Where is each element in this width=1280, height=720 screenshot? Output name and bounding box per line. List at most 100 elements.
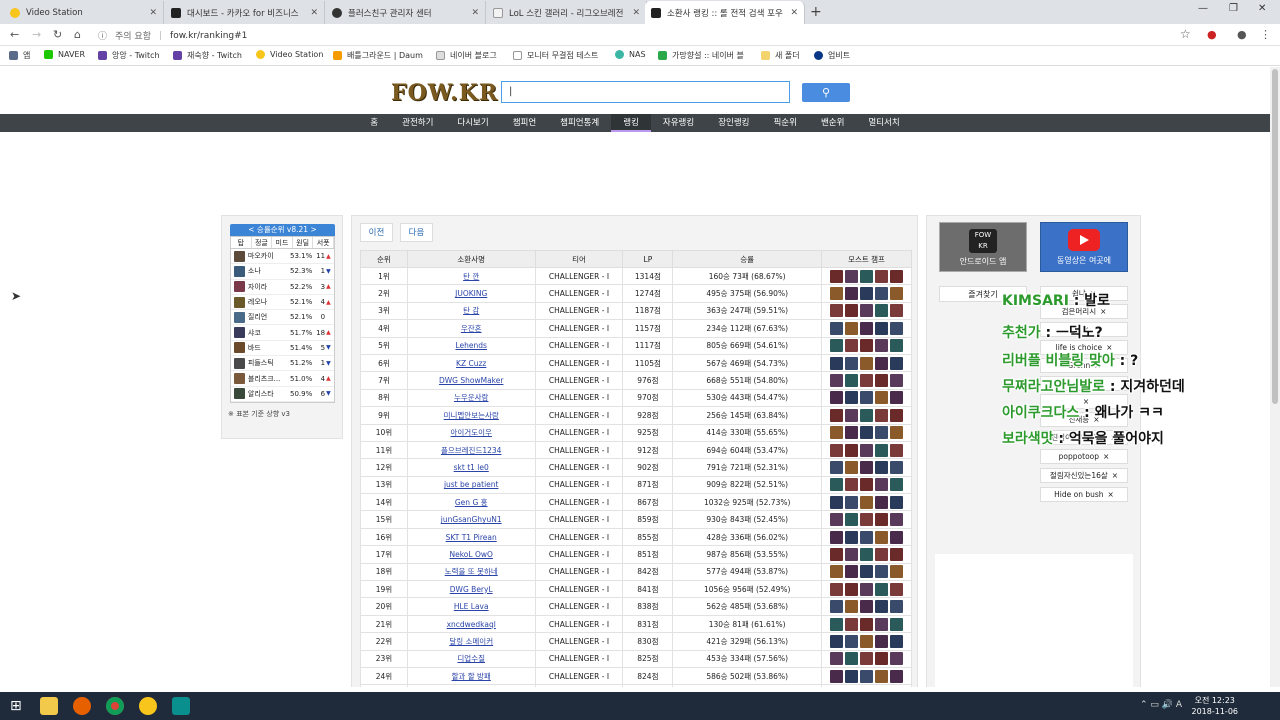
champion-portrait-icon[interactable] (830, 634, 844, 648)
summoner-name-link[interactable]: Gen G 홍 (406, 493, 536, 512)
champion-portrait-icon[interactable] (860, 582, 874, 596)
table-row[interactable]: 17위 NekoL OwO CHALLENGER - I 851점 987승 856패 … (360, 545, 912, 564)
file-explorer-icon[interactable] (40, 697, 58, 715)
winrate-row[interactable]: 블리츠크... 51.0% 4 ▲ (231, 371, 334, 387)
champion-portrait-icon[interactable] (845, 565, 859, 579)
champion-portrait-icon[interactable] (845, 513, 859, 527)
champion-portrait-icon[interactable] (830, 617, 844, 631)
table-row[interactable]: 15위 junGsanGhyuN1 CHALLENGER - I 859점 930승 8… (360, 510, 912, 529)
champion-portrait-icon[interactable] (830, 339, 844, 353)
tab-jungle[interactable]: 정글 (252, 237, 273, 248)
champion-portrait-icon[interactable] (860, 460, 874, 474)
champion-portrait-icon[interactable] (860, 565, 874, 579)
new-tab-button[interactable]: + (810, 4, 822, 20)
champion-portrait-icon[interactable] (890, 565, 904, 579)
table-row[interactable]: 14위 Gen G 홍 CHALLENGER - I 867점 1032승 925패 (… (360, 493, 912, 512)
champion-portrait-icon[interactable] (845, 443, 859, 457)
winrate-row[interactable]: 소나 52.3% 1 ▼ (231, 264, 334, 280)
table-row[interactable]: 23위 디업수질 CHALLENGER - I 825점 453승 334패 (57.5… (360, 649, 912, 668)
champion-portrait-icon[interactable] (845, 356, 859, 370)
summoner-name-link[interactable]: KZ Cuzz (406, 353, 536, 373)
champion-portrait-icon[interactable] (875, 339, 889, 353)
champion-portrait-icon[interactable] (860, 547, 874, 561)
champion-portrait-icon[interactable] (860, 374, 874, 388)
champion-portrait-icon[interactable] (860, 600, 874, 614)
bookmark-naver[interactable]: NAVER (44, 50, 85, 59)
champion-portrait-icon[interactable] (830, 652, 844, 666)
champion-portrait-icon[interactable] (890, 582, 904, 596)
champion-portrait-icon[interactable] (830, 530, 844, 544)
summoner-name-link[interactable]: junGsanGhyuN1 (406, 510, 536, 529)
tab-adc[interactable]: 원딜 (293, 237, 314, 248)
account-icon[interactable]: ● (1237, 28, 1247, 41)
close-icon[interactable]: ✕ (471, 8, 479, 18)
favorite-item[interactable]: 절림자신있는16살 × (1040, 468, 1128, 483)
champion-portrait-icon[interactable] (830, 443, 844, 457)
bookmark-apps[interactable]: 앱 (9, 50, 30, 61)
search-button[interactable]: ⚲ (802, 83, 850, 102)
summoner-name-link[interactable]: xncdwedkaql (406, 614, 536, 634)
champion-portrait-icon[interactable] (890, 339, 904, 353)
champion-portrait-icon[interactable] (830, 321, 844, 335)
champion-portrait-icon[interactable] (875, 565, 889, 579)
minimize-icon[interactable]: — (1198, 3, 1208, 14)
champion-portrait-icon[interactable] (860, 339, 874, 353)
chrome-icon[interactable] (106, 697, 124, 715)
close-icon[interactable]: ✕ (790, 8, 798, 18)
windows-start-icon[interactable]: ⊞ (10, 697, 28, 715)
info-icon[interactable]: ⓘ (98, 29, 107, 42)
nav-champion-stats[interactable]: 챔피언통계 (548, 114, 611, 132)
bookmark-twitch-1[interactable]: 앙앙 - Twitch (98, 50, 160, 61)
champion-portrait-icon[interactable] (830, 565, 844, 579)
nav-master-ranking[interactable]: 장인랭킹 (706, 114, 761, 132)
bookmark-blog[interactable]: 가망향설 :: 네이버 블 (658, 50, 744, 61)
champion-portrait-icon[interactable] (845, 617, 859, 631)
clock[interactable]: 오전 12:23 2018-11-06 (1192, 695, 1239, 717)
champion-portrait-icon[interactable] (890, 634, 904, 648)
close-window-icon[interactable]: ✕ (1258, 3, 1266, 14)
site-logo[interactable]: FOW.KR (391, 80, 498, 106)
champion-portrait-icon[interactable] (845, 582, 859, 596)
menu-icon[interactable]: ⋮ (1260, 28, 1271, 41)
champion-portrait-icon[interactable] (875, 669, 889, 683)
champion-portrait-icon[interactable] (890, 652, 904, 666)
nav-pick-rank[interactable]: 픽순위 (761, 114, 808, 132)
champion-portrait-icon[interactable] (860, 304, 874, 318)
champion-portrait-icon[interactable] (890, 287, 904, 301)
champion-portrait-icon[interactable] (830, 391, 844, 405)
summoner-name-link[interactable]: JUOKING (406, 284, 536, 303)
close-icon[interactable]: ✕ (310, 8, 318, 18)
champion-portrait-icon[interactable] (845, 652, 859, 666)
champion-portrait-icon[interactable] (830, 426, 844, 440)
champion-portrait-icon[interactable] (875, 408, 889, 422)
champion-portrait-icon[interactable] (875, 391, 889, 405)
nav-home[interactable]: 홈 (358, 114, 390, 132)
summoner-name-link[interactable]: 달링 소메이커 (406, 632, 536, 651)
champion-portrait-icon[interactable] (875, 426, 889, 440)
champion-portrait-icon[interactable] (875, 269, 889, 283)
summoner-name-link[interactable]: SKT T1 Pirean (406, 527, 536, 547)
champion-portrait-icon[interactable] (845, 287, 859, 301)
champion-portrait-icon[interactable] (830, 287, 844, 301)
table-row[interactable]: 3위 탄 감 CHALLENGER - I 1187점 363승 247패 (59.51… (360, 301, 912, 321)
champion-portrait-icon[interactable] (860, 287, 874, 301)
summoner-name-link[interactable]: 누우운사람 (406, 388, 536, 408)
champion-portrait-icon[interactable] (890, 269, 904, 283)
champion-portrait-icon[interactable] (890, 443, 904, 457)
table-row[interactable]: 24위 할과 할 방패 CHALLENGER - I 824점 586승 502패 (5… (360, 666, 912, 686)
champion-portrait-icon[interactable] (875, 513, 889, 527)
bookmark-battleground[interactable]: 배틀그라운드 | Daum (333, 50, 423, 61)
table-row[interactable]: 6위 KZ Cuzz CHALLENGER - I 1105점 567승 469패 (5… (360, 353, 912, 373)
champion-portrait-icon[interactable] (860, 530, 874, 544)
bookmark-folder[interactable]: 새 폴더 (761, 50, 800, 61)
browser-tab[interactable]: 플러스친구 관리자 센터 ✕ (326, 1, 486, 24)
reload-icon[interactable]: ↻ (53, 28, 62, 41)
champion-portrait-icon[interactable] (860, 408, 874, 422)
browser-tab[interactable]: Video Station ✕ (4, 1, 164, 24)
winrate-row[interactable]: 레오나 52.1% 4 ▲ (231, 295, 334, 311)
champion-portrait-icon[interactable] (875, 478, 889, 492)
champion-portrait-icon[interactable] (890, 460, 904, 474)
close-icon[interactable]: ✕ (149, 8, 157, 18)
table-row[interactable]: 19위 DWG BeryL CHALLENGER - I 841점 1056승 956패… (360, 580, 912, 599)
champion-portrait-icon[interactable] (875, 321, 889, 335)
